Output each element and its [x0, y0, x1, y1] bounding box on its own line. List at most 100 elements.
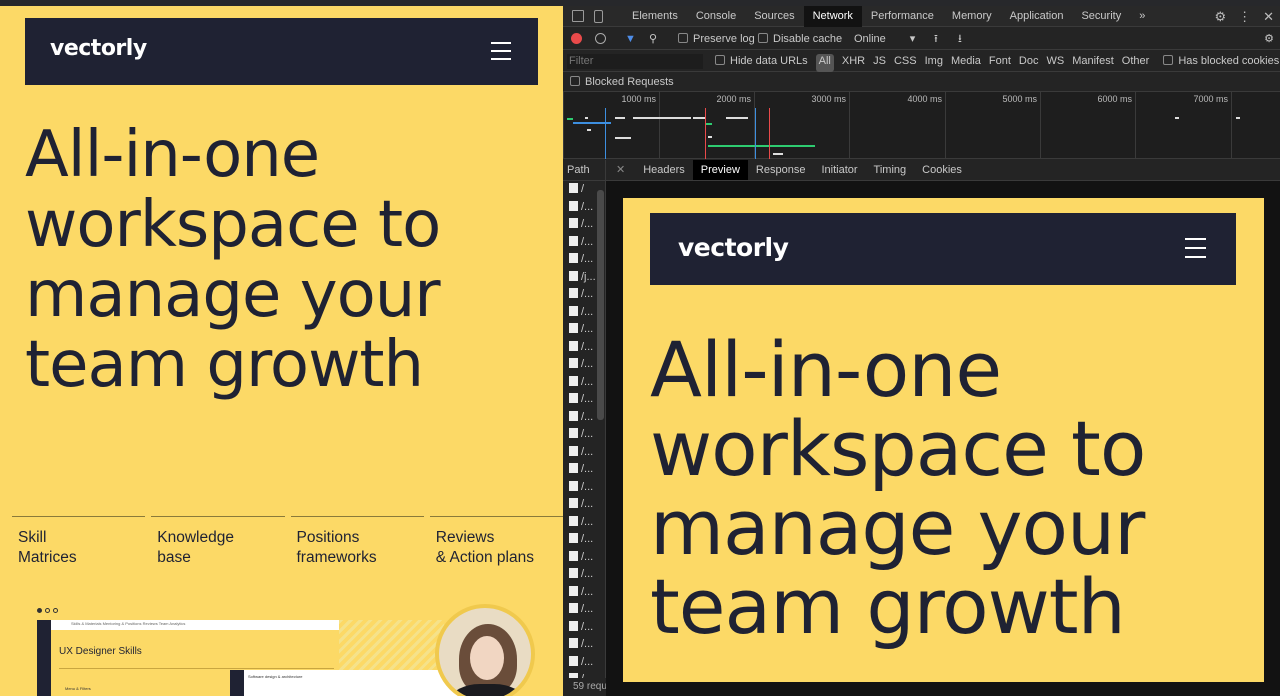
request-list-scrollbar[interactable] [597, 190, 604, 420]
tab-cookies[interactable]: Cookies [914, 160, 970, 180]
file-icon [569, 235, 578, 246]
tab-initiator[interactable]: Initiator [813, 160, 865, 180]
feature-positions-frameworks[interactable]: Positions frameworks [290, 516, 424, 568]
site-logo[interactable]: vectorly [50, 36, 147, 61]
request-path: /... [581, 585, 594, 598]
filter-ws[interactable]: WS [1046, 51, 1064, 72]
request-row[interactable]: /... [563, 444, 605, 462]
filter-js[interactable]: JS [873, 51, 886, 72]
filter-media[interactable]: Media [951, 51, 981, 72]
request-path: /... [581, 428, 594, 440]
request-row[interactable]: /... [563, 654, 605, 672]
feature-knowledge-base[interactable]: Knowledge base [151, 516, 285, 568]
file-icon [569, 638, 578, 648]
close-detail-icon[interactable]: ✕ [606, 160, 635, 180]
avatar-face [470, 636, 504, 680]
request-row[interactable]: /... [563, 426, 605, 444]
request-row[interactable]: /... [563, 619, 605, 637]
request-row[interactable]: /... [563, 496, 605, 514]
feature-label: Matrices [18, 549, 77, 566]
tab-response[interactable]: Response [748, 160, 814, 180]
hero-line: All-in-one [25, 118, 320, 192]
filter-xhr[interactable]: XHR [842, 51, 865, 72]
devtools-tab-bar: Elements Console Sources Network Perform… [563, 6, 1280, 27]
devtools-panel: Elements Console Sources Network Perform… [563, 6, 1280, 696]
presenter-video-avatar[interactable] [435, 604, 535, 696]
throttle-select[interactable]: Online ▾ [854, 28, 915, 50]
filter-css[interactable]: CSS [894, 51, 917, 72]
request-row[interactable]: /... [563, 479, 605, 497]
request-row[interactable]: /... [563, 514, 605, 532]
tab-console[interactable]: Console [687, 6, 745, 27]
device-toolbar-icon[interactable] [594, 10, 603, 23]
filter-funnel-icon[interactable]: ▼ [625, 28, 636, 50]
network-settings-gear-icon[interactable]: ⚙ [1264, 28, 1274, 50]
app-divider [59, 668, 334, 669]
more-tabs-icon[interactable]: » [1130, 6, 1154, 27]
hide-data-urls-checkbox[interactable]: Hide data URLs [715, 51, 808, 72]
request-row[interactable]: /... [563, 531, 605, 549]
request-row[interactable]: /... [563, 461, 605, 479]
file-icon [569, 568, 578, 578]
request-row[interactable]: /... [563, 636, 605, 654]
disable-cache-checkbox[interactable]: Disable cache [758, 28, 842, 50]
hero-line: workspace to [25, 188, 441, 262]
tab-memory[interactable]: Memory [943, 6, 1001, 27]
request-row[interactable]: /... [563, 584, 605, 602]
preview-site-logo: vectorly [678, 233, 789, 262]
blocked-requests-checkbox[interactable]: Blocked Requests [563, 72, 1280, 92]
path-column-header[interactable]: Path [563, 160, 605, 181]
file-icon [569, 480, 578, 491]
tab-performance[interactable]: Performance [862, 6, 943, 27]
tab-sources[interactable]: Sources [745, 6, 803, 27]
filter-font[interactable]: Font [989, 51, 1011, 72]
filter-other[interactable]: Other [1122, 51, 1150, 72]
hero-line: manage your [25, 258, 441, 332]
settings-gear-icon[interactable]: ⚙ [1214, 6, 1226, 27]
tab-timing[interactable]: Timing [866, 160, 915, 180]
clear-icon[interactable] [595, 33, 606, 44]
import-har-icon[interactable]: ⭱ [934, 28, 938, 50]
has-blocked-cookies-checkbox[interactable]: Has blocked cookies [1163, 51, 1279, 72]
request-row[interactable]: /... [563, 601, 605, 619]
filter-manifest[interactable]: Manifest [1072, 51, 1114, 72]
hamburger-menu-icon[interactable] [491, 42, 511, 60]
search-icon[interactable]: ⚲ [649, 28, 657, 50]
filter-all[interactable]: All [815, 54, 834, 72]
request-path: /... [581, 638, 594, 650]
carousel-dots[interactable] [37, 608, 58, 613]
app-menu-chip: Menu & Filters [65, 686, 91, 691]
feature-reviews-action-plans[interactable]: Reviews & Action plans [429, 516, 563, 568]
feature-skill-matrices[interactable]: Skill Matrices [12, 516, 146, 568]
timeline-tick: 5000 ms [945, 92, 1040, 159]
preserve-log-checkbox[interactable]: Preserve log [678, 28, 755, 50]
timeline-tick: 7000 ms [1135, 92, 1231, 159]
tab-elements[interactable]: Elements [623, 6, 687, 27]
request-path: /j... [581, 270, 596, 283]
file-icon [569, 253, 578, 263]
timeline-bar [615, 117, 625, 119]
filter-input[interactable] [567, 54, 703, 69]
filter-img[interactable]: Img [925, 51, 943, 72]
record-icon[interactable] [571, 33, 582, 44]
preview-hero-line: team growth [650, 562, 1126, 651]
tab-network[interactable]: Network [803, 6, 862, 27]
tab-application[interactable]: Application [1001, 6, 1073, 27]
tab-headers[interactable]: Headers [635, 160, 693, 180]
more-options-icon[interactable]: ⋮ [1238, 6, 1251, 27]
file-icon [569, 270, 578, 281]
close-icon[interactable]: ✕ [1263, 6, 1274, 27]
tab-security[interactable]: Security [1072, 6, 1130, 27]
request-path: /... [581, 253, 594, 265]
has-blocked-cookies-label: Has blocked cookies [1178, 55, 1280, 67]
tab-preview[interactable]: Preview [692, 160, 748, 180]
request-path: /... [581, 305, 594, 318]
disable-cache-label: Disable cache [773, 33, 843, 45]
feature-label: Skill [18, 529, 47, 546]
request-row[interactable]: /... [563, 549, 605, 567]
request-row[interactable]: /... [563, 566, 605, 584]
filter-doc[interactable]: Doc [1019, 51, 1039, 72]
request-path: /... [581, 463, 594, 475]
export-har-icon[interactable]: ⭳ [958, 28, 962, 50]
inspect-element-icon[interactable] [572, 10, 584, 22]
